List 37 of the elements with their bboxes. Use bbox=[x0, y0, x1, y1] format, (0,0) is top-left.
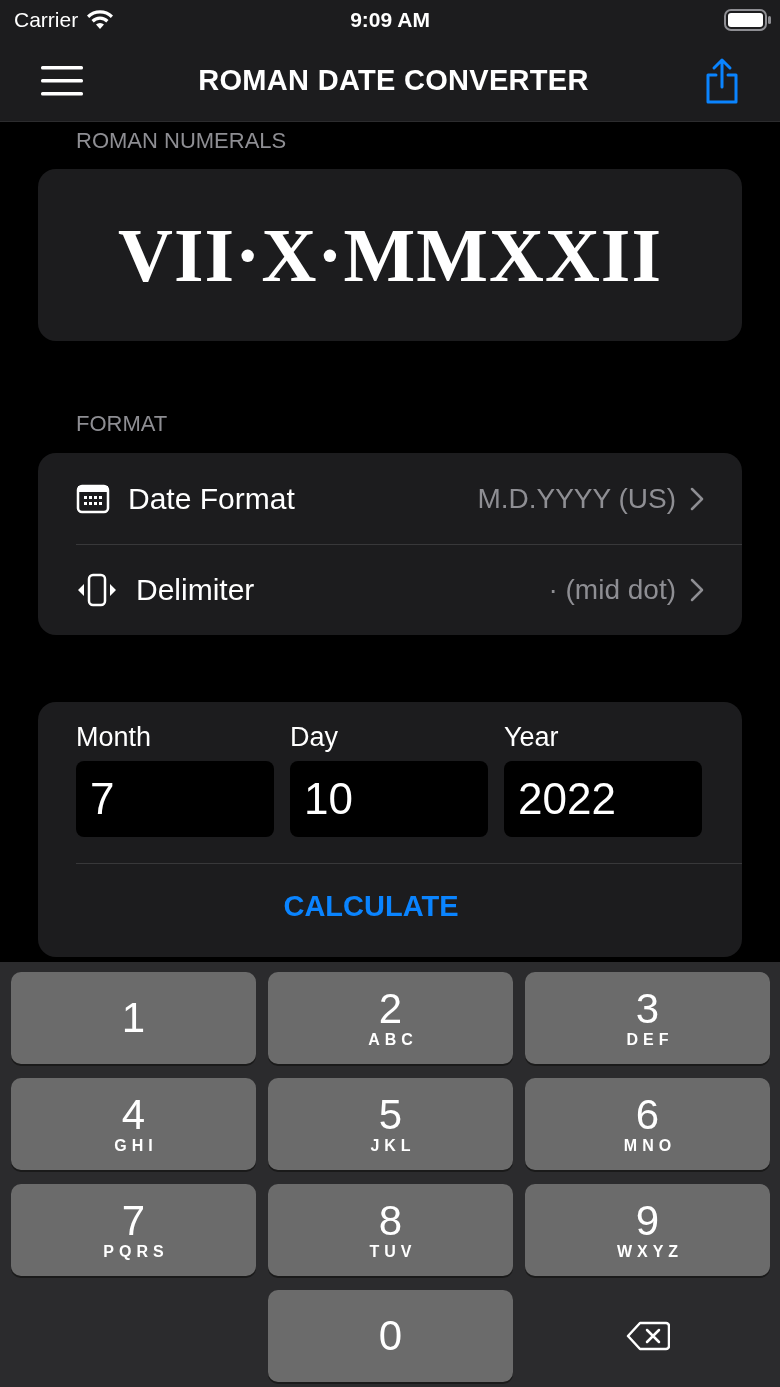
input-field[interactable]: 7 bbox=[76, 761, 274, 837]
settings-row[interactable]: Delimiter · (mid dot) bbox=[38, 544, 742, 635]
chevron-icon bbox=[690, 486, 704, 511]
battery-icon bbox=[724, 9, 772, 31]
wifi-icon bbox=[86, 10, 115, 30]
screen-title: ROMAN DATE CONVERTER bbox=[198, 64, 589, 97]
resize-icon bbox=[76, 572, 118, 607]
keypad-key[interactable]: 1 bbox=[11, 972, 256, 1064]
keypad-key[interactable]: 8 TUV bbox=[268, 1184, 513, 1276]
row-value: · (mid dot) bbox=[548, 573, 676, 606]
carrier-label: Carrier bbox=[14, 8, 79, 32]
menu-icon[interactable] bbox=[41, 63, 83, 98]
row-title: Date Format bbox=[128, 481, 295, 516]
section-label: FORMAT bbox=[75, 410, 169, 437]
section-label: ROMAN NUMERALS bbox=[75, 127, 288, 154]
keypad-key[interactable]: 9 WXYZ bbox=[525, 1184, 770, 1276]
row-title: Delimiter bbox=[136, 572, 255, 607]
share-icon[interactable] bbox=[704, 56, 740, 105]
input-field[interactable]: 2022 bbox=[504, 761, 702, 837]
calendar-icon bbox=[76, 483, 110, 514]
keypad-key[interactable]: 2 ABC bbox=[268, 972, 513, 1064]
calculate-button[interactable]: CALCULATE bbox=[281, 864, 461, 957]
keypad-key[interactable]: 6 MNO bbox=[525, 1078, 770, 1170]
keypad-key[interactable]: 7 PQRS bbox=[11, 1184, 256, 1276]
keypad-key[interactable]: 0 bbox=[268, 1290, 513, 1382]
keypad-key[interactable]: 3 DEF bbox=[525, 972, 770, 1064]
settings-row[interactable]: Date Format M.D.YYYY (US) bbox=[38, 453, 742, 544]
keypad-key[interactable]: 5 JKL bbox=[268, 1078, 513, 1170]
status-time: 9:09 AM bbox=[350, 8, 430, 32]
input-field[interactable]: 10 bbox=[290, 761, 488, 837]
field-label: Day bbox=[290, 722, 339, 753]
roman-numeral-result: VII·X·MMXXII bbox=[118, 211, 662, 299]
chevron-icon bbox=[690, 577, 704, 602]
field-label: Year bbox=[504, 722, 560, 753]
field-label: Month bbox=[76, 722, 153, 753]
keypad-key[interactable]: 4 GHI bbox=[11, 1078, 256, 1170]
row-value: M.D.YYYY (US) bbox=[477, 482, 676, 515]
